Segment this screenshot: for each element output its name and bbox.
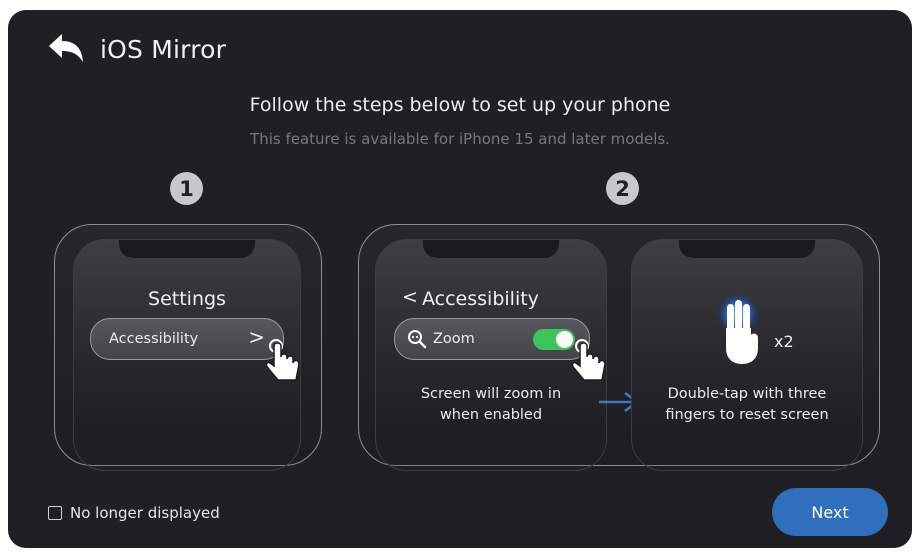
pointer-hand-icon (266, 339, 300, 381)
step-2-card: < Accessibility Zoom Screen will zoom in… (358, 224, 880, 471)
tap-count: x2 (774, 332, 794, 351)
accessibility-row[interactable]: Accessibility > (90, 318, 284, 360)
phone-gesture: x2 Double-tap with three fingers to rese… (631, 239, 863, 471)
zoom-magnifier-icon (408, 330, 427, 349)
gesture-caption-line-1: Double-tap with three (667, 386, 827, 402)
header: iOS Mirror (46, 32, 226, 66)
zoom-row[interactable]: Zoom (394, 318, 590, 360)
accessibility-title: Accessibility (422, 288, 539, 310)
back-chevron-icon: < (402, 286, 418, 308)
gesture-caption-line-2: fingers to reset screen (665, 407, 829, 423)
zoom-caption-line-2: when enabled (439, 407, 543, 423)
phone-notch (119, 240, 255, 258)
step-1-number: 1 (170, 172, 203, 205)
dont-show-label: No longer displayed (70, 504, 220, 522)
zoom-caption: Screen will zoom in when enabled (376, 384, 606, 426)
dont-show-checkbox[interactable] (48, 506, 62, 520)
accessibility-row-label: Accessibility (109, 331, 199, 347)
toggle-knob (556, 331, 573, 348)
zoom-toggle[interactable] (533, 329, 575, 350)
setup-headline: Follow the steps below to set up your ph… (249, 94, 671, 116)
phone-accessibility: < Accessibility Zoom Screen will zoom in… (375, 239, 607, 471)
phone-settings: Settings Accessibility > (73, 239, 301, 471)
setup-subtitle: This feature is available for iPhone 15 … (250, 130, 670, 148)
phone-notch (423, 240, 559, 258)
settings-title: Settings (148, 288, 226, 310)
gesture-caption: Double-tap with three fingers to reset s… (632, 384, 862, 426)
dont-show-again[interactable]: No longer displayed (48, 504, 220, 522)
app-title: iOS Mirror (100, 34, 227, 64)
ios-mirror-window: iOS Mirror Follow the steps below to set… (8, 10, 912, 548)
zoom-row-label: Zoom (433, 331, 475, 347)
step-2-number: 2 (606, 172, 639, 205)
three-finger-tap-icon (716, 292, 760, 364)
pointer-hand-icon (572, 339, 606, 381)
back-arrow-icon[interactable] (46, 32, 86, 66)
chevron-right-icon: > (248, 325, 265, 349)
phone-notch (679, 240, 815, 258)
next-button[interactable]: Next (772, 488, 888, 536)
zoom-caption-line-1: Screen will zoom in (420, 386, 562, 402)
step-1-card: Settings Accessibility > (54, 224, 322, 471)
